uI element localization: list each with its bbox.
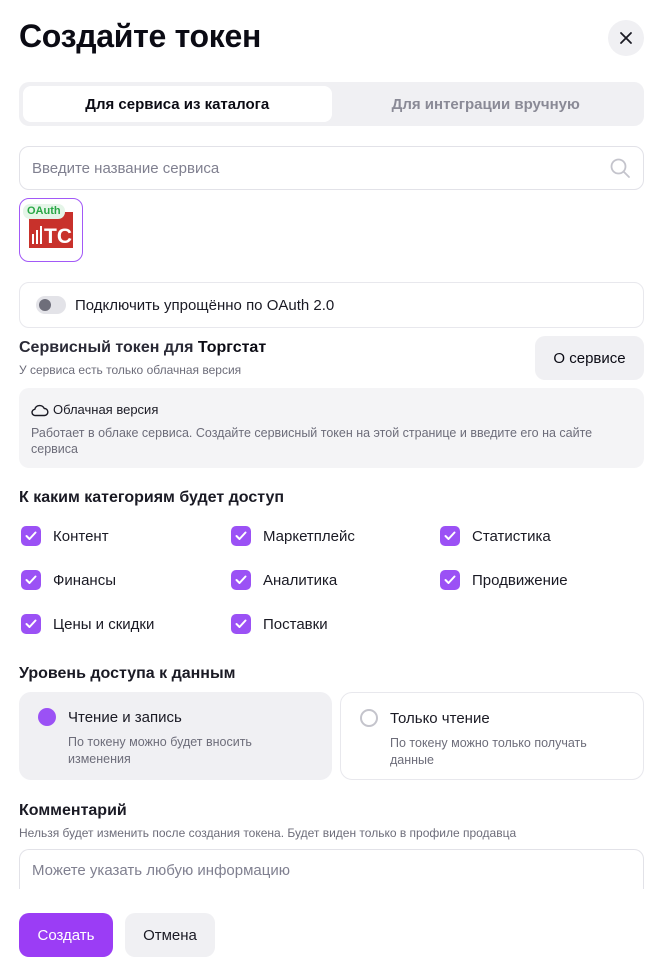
- access-option-label: Чтение и запись: [68, 708, 182, 726]
- search-input[interactable]: [32, 159, 609, 177]
- create-button[interactable]: Создать: [19, 913, 113, 957]
- access-option-row: Только чтение: [360, 709, 624, 727]
- category-analytics[interactable]: Аналитика: [231, 570, 337, 590]
- category-marketplace[interactable]: Маркетплейс: [231, 526, 355, 546]
- comment-subtitle: Нельзя будет изменить после создания ток…: [19, 826, 517, 840]
- category-promotion[interactable]: Продвижение: [440, 570, 568, 590]
- service-token-prefix: Сервисный токен для: [19, 339, 198, 356]
- access-level-title: Уровень доступа к данным: [19, 665, 236, 682]
- category-label: Маркетплейс: [263, 527, 355, 545]
- service-token-subtitle: У сервиса есть только облачная версия: [19, 363, 242, 377]
- info-heading-row: Облачная версия: [31, 402, 632, 417]
- comment-title: Комментарий: [19, 802, 127, 819]
- close-icon: [620, 32, 632, 44]
- access-option-row: Чтение и запись: [38, 708, 313, 726]
- tab-catalog-service[interactable]: Для сервиса из каталога: [23, 86, 332, 122]
- checkbox-checked-icon[interactable]: [231, 614, 251, 634]
- access-option-description: По токену можно только получать данные: [390, 736, 587, 767]
- category-finance[interactable]: Финансы: [21, 570, 116, 590]
- cancel-button[interactable]: Отмена: [125, 913, 215, 957]
- oauth-toggle[interactable]: [36, 296, 66, 314]
- radio-selected-icon[interactable]: [38, 708, 56, 726]
- svg-text:TC: TC: [44, 225, 72, 248]
- about-service-button[interactable]: О сервисе: [535, 336, 644, 380]
- category-label: Продвижение: [472, 571, 568, 589]
- checkbox-checked-icon[interactable]: [231, 570, 251, 590]
- category-label: Поставки: [263, 615, 328, 633]
- radio-unselected-icon[interactable]: [360, 709, 378, 727]
- comment-input[interactable]: [32, 862, 631, 889]
- close-button[interactable]: [608, 20, 644, 56]
- category-label: Цены и скидки: [53, 615, 155, 633]
- comment-field: [19, 849, 644, 889]
- category-prices[interactable]: Цены и скидки: [21, 614, 154, 634]
- checkbox-checked-icon[interactable]: [21, 614, 41, 634]
- service-name: Торгстат: [197, 339, 267, 356]
- oauth-label: Подключить упрощённо по OAuth 2.0: [75, 296, 335, 314]
- checkbox-checked-icon[interactable]: [21, 526, 41, 546]
- category-label: Аналитика: [263, 571, 338, 589]
- mode-tabs: Для сервиса из каталога Для интеграции в…: [19, 82, 644, 126]
- search-icon[interactable]: [609, 157, 631, 179]
- tab-manual-integration[interactable]: Для интеграции вручную: [332, 86, 641, 122]
- checkbox-checked-icon[interactable]: [21, 570, 41, 590]
- checkbox-checked-icon[interactable]: [440, 570, 460, 590]
- category-statistics[interactable]: Статистика: [440, 526, 551, 546]
- service-search: [19, 146, 644, 190]
- service-token-title: Сервисный токен для Торгстат: [19, 339, 266, 357]
- cloud-icon: [31, 404, 49, 416]
- access-read-only[interactable]: Только чтение По токену можно только пол…: [340, 692, 644, 780]
- checkbox-checked-icon[interactable]: [231, 526, 251, 546]
- access-option-label: Только чтение: [390, 709, 490, 727]
- info-heading: Облачная версия: [53, 402, 159, 417]
- category-label: Контент: [53, 527, 109, 545]
- categories-title: К каким категориям будет доступ: [19, 489, 285, 506]
- category-label: Финансы: [53, 571, 116, 589]
- category-content[interactable]: Контент: [21, 526, 109, 546]
- access-option-description: По токену можно будет вносить изменения: [68, 735, 252, 766]
- oauth-option: Подключить упрощённо по OAuth 2.0: [19, 282, 644, 328]
- oauth-badge: OAuth: [23, 204, 65, 219]
- cloud-info-box: Облачная версия Работает в облаке сервис…: [19, 388, 644, 468]
- category-supplies[interactable]: Поставки: [231, 614, 328, 634]
- info-text: Работает в облаке сервиса. Создайте серв…: [31, 426, 593, 456]
- access-read-write[interactable]: Чтение и запись По токену можно будет вн…: [19, 692, 332, 780]
- page-title: Создайте токен: [19, 18, 262, 54]
- checkbox-checked-icon[interactable]: [440, 526, 460, 546]
- category-label: Статистика: [472, 527, 551, 545]
